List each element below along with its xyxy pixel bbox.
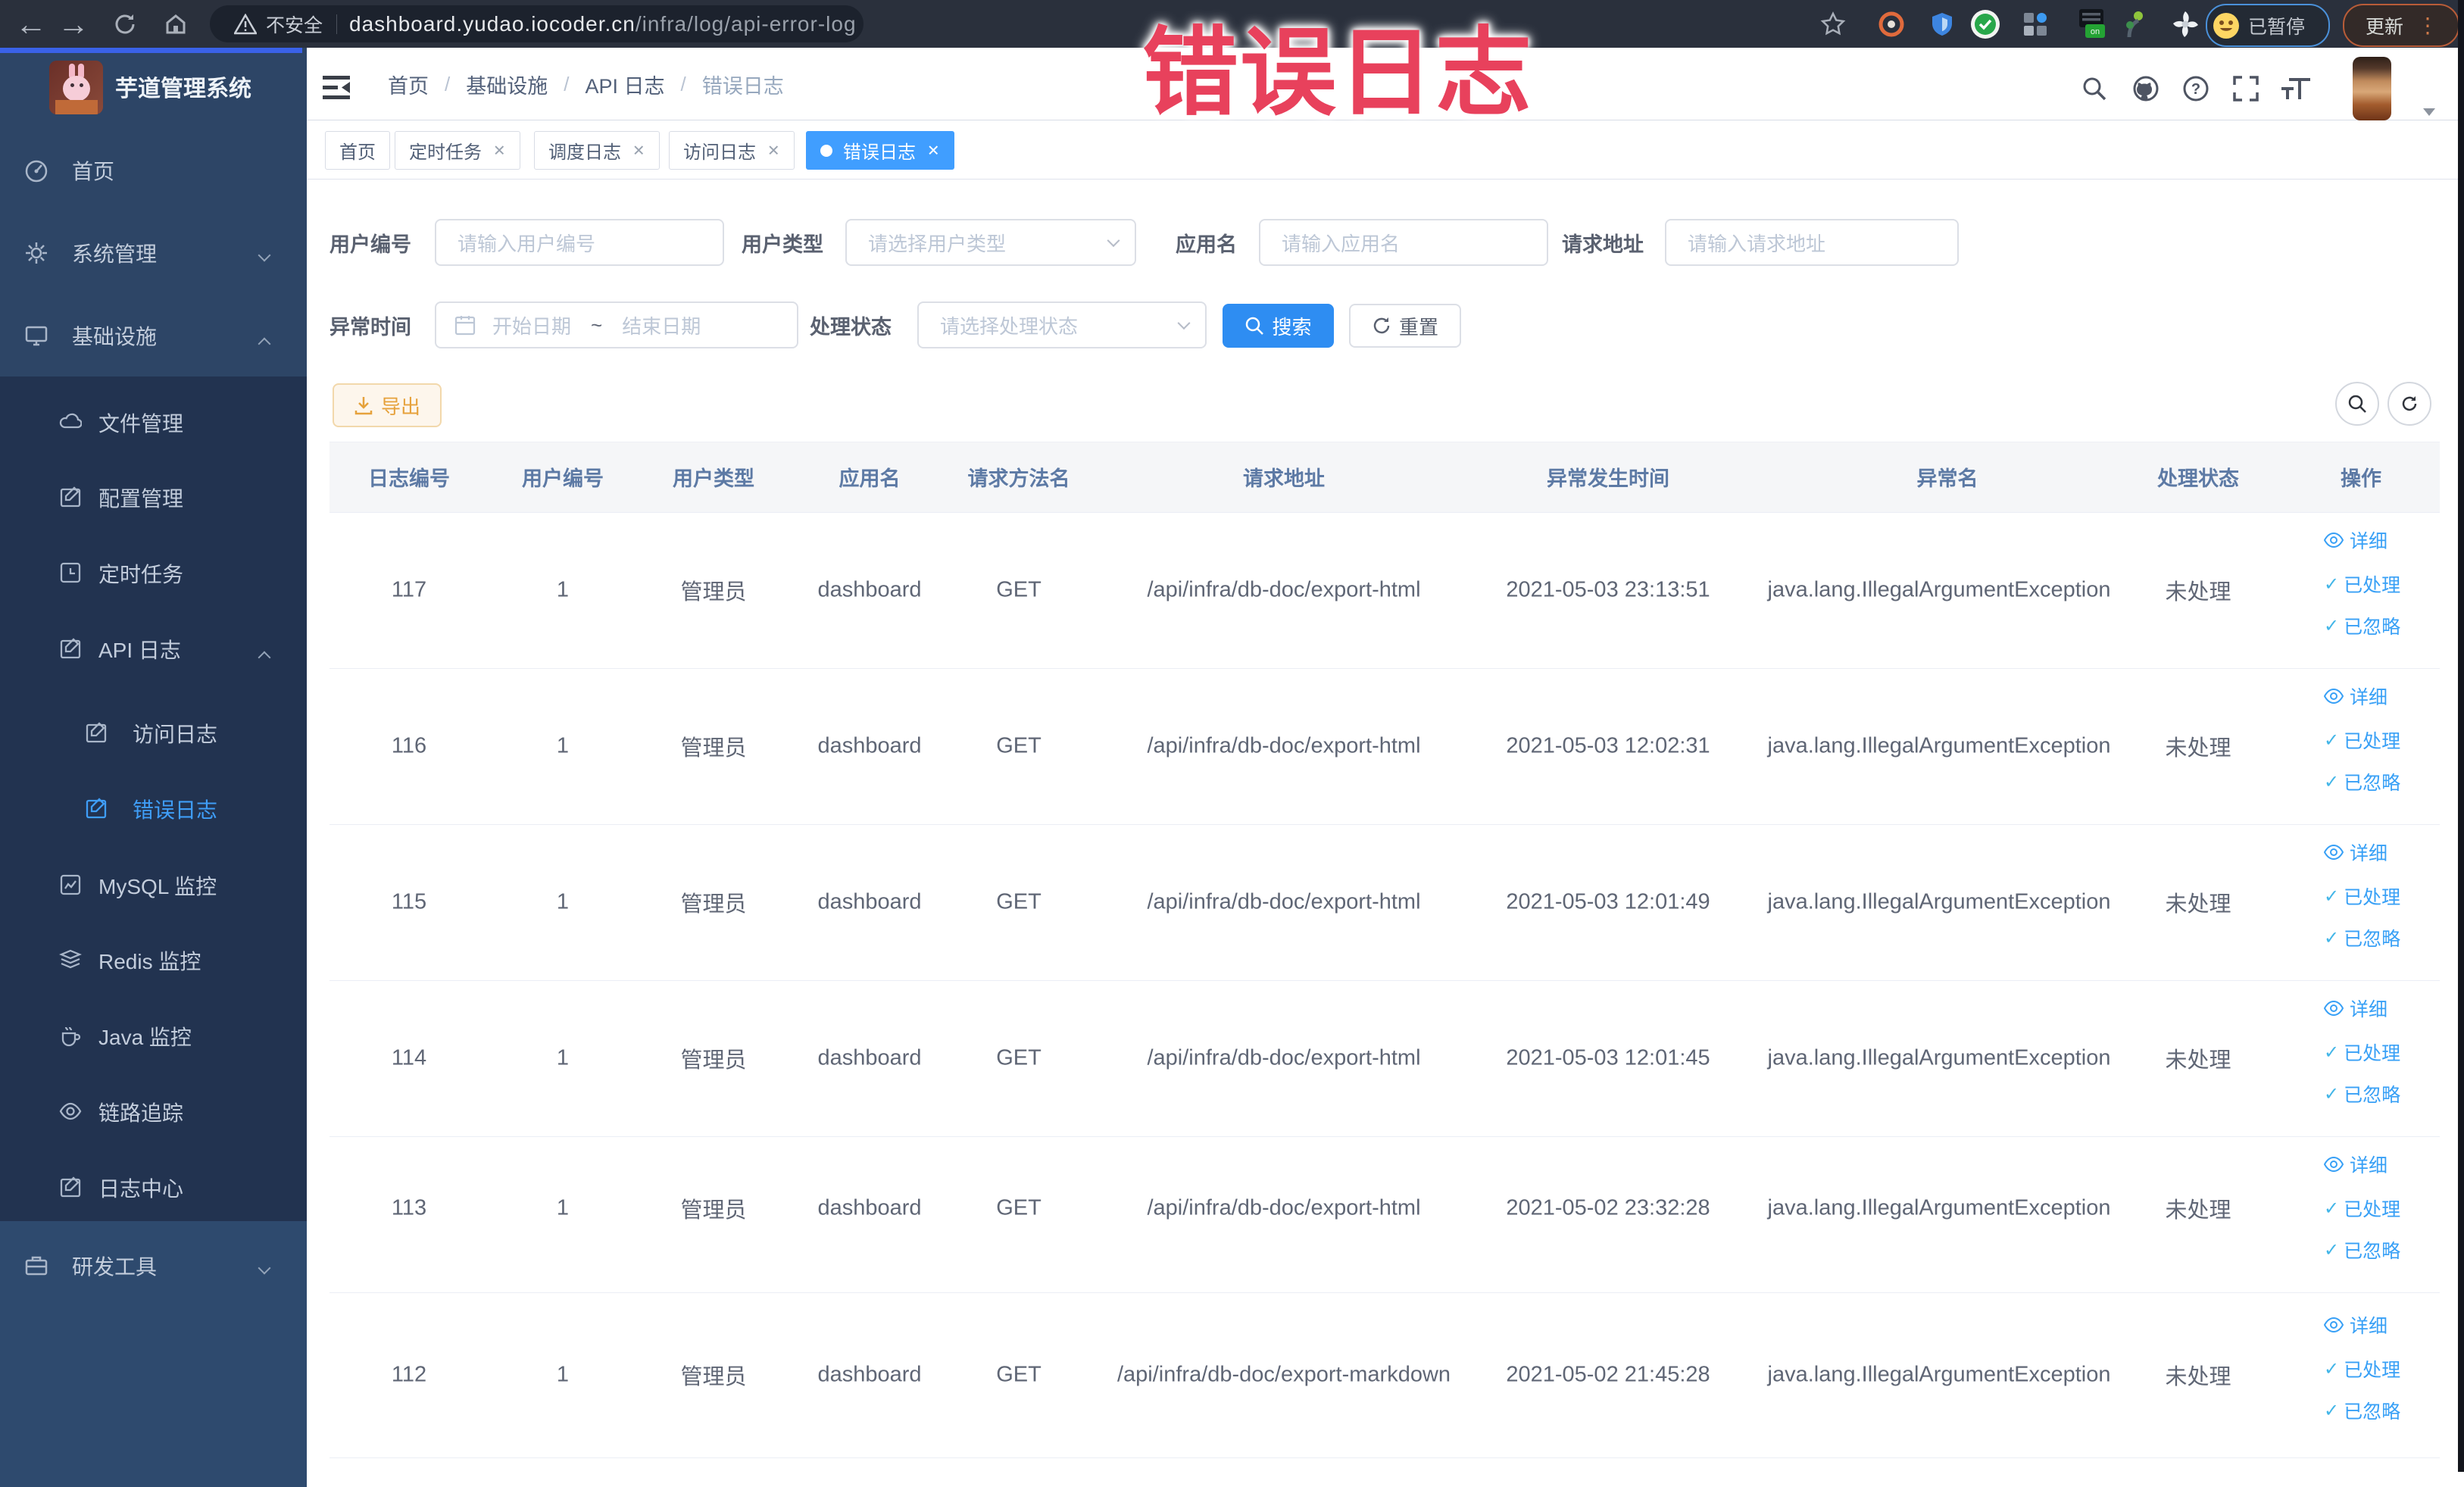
svg-text:?: ? — [2191, 81, 2200, 98]
svg-text:on: on — [2091, 27, 2100, 36]
